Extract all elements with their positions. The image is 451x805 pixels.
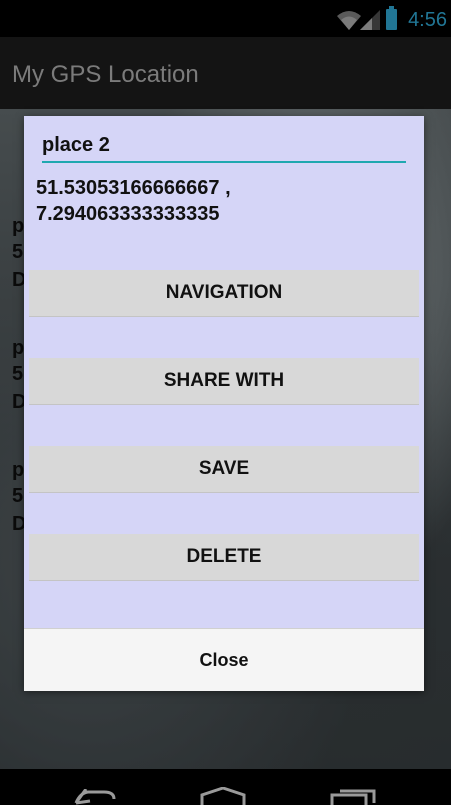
coordinates-latitude: 51.53053166666667 , <box>36 177 231 199</box>
place-dialog: place 2 51.53053166666667 , 7.2940633333… <box>24 116 424 691</box>
dialog-footer: Close <box>24 628 424 691</box>
place-name-text: place 2 <box>42 134 110 156</box>
save-button[interactable]: SAVE <box>29 446 419 492</box>
recents-icon[interactable] <box>330 789 376 805</box>
home-icon[interactable] <box>200 787 246 805</box>
share-with-button[interactable]: SHARE WITH <box>29 358 419 404</box>
navigation-bar <box>0 769 451 805</box>
navigation-button[interactable]: NAVIGATION <box>29 270 419 316</box>
delete-button[interactable]: DELETE <box>29 534 419 580</box>
coordinates: 51.53053166666667 , 7.294063333333335 <box>36 175 406 227</box>
back-icon[interactable] <box>74 789 116 805</box>
place-name-field[interactable]: place 2 <box>42 133 406 163</box>
close-button[interactable]: Close <box>24 629 424 691</box>
screen: 4:56 My GPS Location p 5 D p 5 D p 5 D p… <box>0 0 451 805</box>
coordinates-longitude: 7.294063333333335 <box>36 203 220 225</box>
